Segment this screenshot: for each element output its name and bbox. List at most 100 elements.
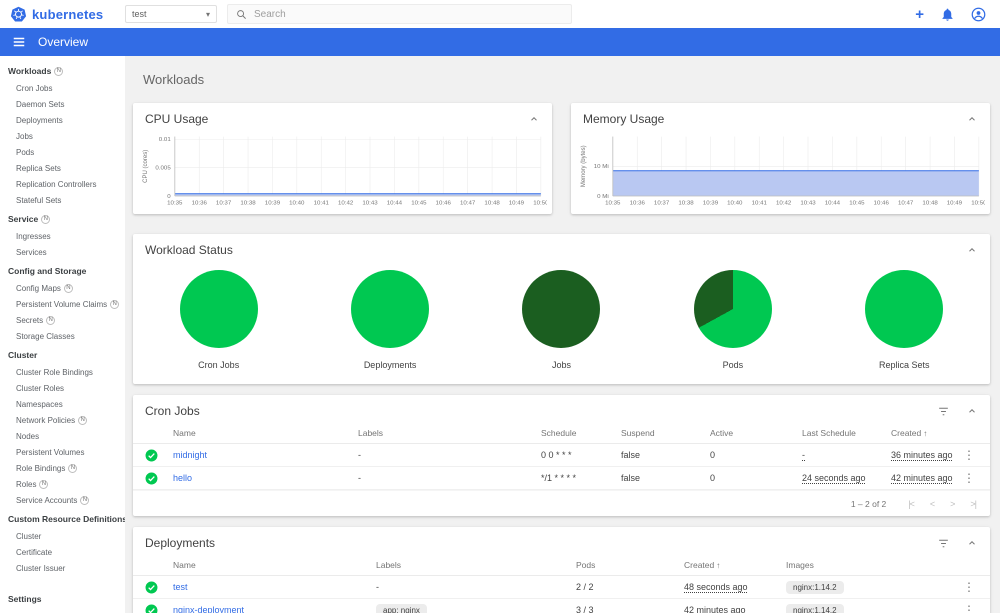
sidebar-footer-item[interactable]: About — [0, 608, 125, 613]
column-suspend[interactable]: Suspend — [621, 428, 710, 438]
sidebar-section-header[interactable]: Cluster — [0, 346, 125, 364]
deployments-card: Deployments Name Labels Pods Created ↑ Im… — [133, 527, 990, 613]
svg-text:10:48: 10:48 — [484, 201, 499, 207]
column-created[interactable]: Created ↑ — [891, 428, 960, 438]
sidebar-item[interactable]: Cluster Roles — [0, 380, 125, 396]
sidebar-item[interactable]: Namespaces — [0, 396, 125, 412]
sidebar-item[interactable]: Cluster Issuer — [0, 560, 125, 576]
user-account-icon[interactable] — [971, 7, 986, 22]
column-name[interactable]: Name — [173, 428, 358, 438]
column-last-schedule[interactable]: Last Schedule — [802, 428, 891, 438]
sidebar-item[interactable]: Stateful Sets — [0, 192, 125, 208]
sidebar-item-label: Role Bindings — [16, 463, 66, 473]
column-pods[interactable]: Pods — [576, 560, 684, 570]
cron-job-row: midnight - 0 0 * * * false 0 - 36 minute… — [133, 444, 990, 467]
sidebar-item[interactable]: Service Accounts N — [0, 492, 125, 508]
filter-icon[interactable] — [937, 537, 950, 550]
sidebar-item-label: Namespaces — [16, 399, 63, 409]
sidebar-item[interactable]: Cron Jobs — [0, 80, 125, 96]
sidebar-footer-item[interactable]: Settings — [0, 590, 125, 608]
deployment-name-link[interactable]: nginx-deployment — [173, 605, 376, 613]
column-name[interactable]: Name — [173, 560, 376, 570]
row-menu-icon[interactable]: ⋮ — [960, 449, 978, 461]
sidebar-item[interactable]: Config Maps N — [0, 280, 125, 296]
workload-status-label: Cron Jobs — [198, 360, 240, 370]
column-created[interactable]: Created ↑ — [684, 560, 786, 570]
svg-text:10:48: 10:48 — [922, 201, 937, 207]
svg-text:10:50: 10:50 — [533, 201, 547, 207]
sidebar-item[interactable]: Role Bindings N — [0, 460, 125, 476]
svg-text:10:47: 10:47 — [460, 201, 475, 207]
collapse-chevron-icon[interactable] — [966, 537, 978, 549]
cron-job-name-link[interactable]: hello — [173, 473, 358, 483]
cell-images: nginx:1.14.2 — [786, 603, 960, 613]
success-check-icon — [145, 449, 158, 461]
sidebar-item[interactable]: Secrets N — [0, 312, 125, 328]
svg-text:10:49: 10:49 — [509, 201, 524, 207]
pagination-next-page-button[interactable]: > — [950, 499, 955, 509]
cell-last-schedule: - — [802, 450, 805, 460]
sidebar-section-header[interactable]: Custom Resource Definitions — [0, 510, 125, 528]
cron-job-name-link[interactable]: midnight — [173, 450, 358, 460]
hamburger-menu-icon[interactable] — [12, 35, 26, 49]
kubernetes-brand[interactable]: kubernetes — [10, 6, 115, 23]
search-bar[interactable] — [227, 4, 572, 24]
column-labels[interactable]: Labels — [376, 560, 576, 570]
top-header: kubernetes test ▾ + — [0, 0, 1000, 28]
sidebar-section: Config and Storage Config Maps N Persist… — [0, 262, 125, 344]
sidebar-item[interactable]: Deployments — [0, 112, 125, 128]
deployments-title: Deployments — [145, 536, 216, 550]
filter-icon[interactable] — [937, 405, 950, 418]
sidebar-item[interactable]: Storage Classes — [0, 328, 125, 344]
sidebar-item[interactable]: Network Policies N — [0, 412, 125, 428]
sidebar-section-header[interactable]: Workloads N — [0, 62, 125, 80]
deployment-name-link[interactable]: test — [173, 582, 376, 592]
sidebar-item[interactable]: Jobs — [0, 128, 125, 144]
search-input[interactable] — [254, 8, 563, 20]
column-schedule[interactable]: Schedule — [541, 428, 621, 438]
status-cell — [145, 449, 173, 462]
sidebar-section-header[interactable]: Config and Storage — [0, 262, 125, 280]
cron-jobs-table-header: Name Labels Schedule Suspend Active Last… — [133, 423, 990, 444]
sidebar-item[interactable]: Persistent Volumes — [0, 444, 125, 460]
sidebar-item[interactable]: Pods — [0, 144, 125, 160]
sidebar-item[interactable]: Certificate — [0, 544, 125, 560]
sidebar-item[interactable]: Persistent Volume Claims N — [0, 296, 125, 312]
sidebar-item[interactable]: Services — [0, 244, 125, 260]
sidebar-item[interactable]: Replica Sets — [0, 160, 125, 176]
sidebar-section-header[interactable]: Service N — [0, 210, 125, 228]
column-labels[interactable]: Labels — [358, 428, 541, 438]
collapse-chevron-icon[interactable] — [966, 405, 978, 417]
sort-up-icon: ↑ — [716, 561, 721, 570]
svg-text:10:45: 10:45 — [849, 201, 864, 207]
pagination-last-page-button[interactable]: >| — [970, 499, 977, 509]
sidebar-item[interactable]: Cluster Role Bindings — [0, 364, 125, 380]
pagination-prev-page-button[interactable]: < — [930, 499, 935, 509]
cell-pods: 3 / 3 — [576, 605, 594, 613]
sidebar-item[interactable]: Ingresses — [0, 228, 125, 244]
memory-usage-chart: 10:35 10:36 10:37 10:38 10:39 10:40 10:41 10:42… — [580, 136, 985, 207]
namespace-selector[interactable]: test ▾ — [125, 5, 217, 23]
row-menu-icon[interactable]: ⋮ — [960, 472, 978, 484]
pagination-first-page-button[interactable]: |< — [908, 499, 915, 509]
image-chip: nginx:1.14.2 — [786, 603, 844, 613]
sidebar-section-label: Custom Resource Definitions — [8, 514, 125, 524]
row-menu-icon[interactable]: ⋮ — [960, 604, 978, 613]
header-actions: + — [915, 7, 990, 22]
column-active[interactable]: Active — [710, 428, 802, 438]
collapse-chevron-icon[interactable] — [966, 113, 978, 125]
sidebar-item[interactable]: Nodes — [0, 428, 125, 444]
notifications-bell-icon[interactable] — [940, 7, 955, 22]
sidebar-item[interactable]: Replication Controllers — [0, 176, 125, 192]
row-menu-icon[interactable]: ⋮ — [960, 581, 978, 593]
collapse-chevron-icon[interactable] — [528, 113, 540, 125]
sidebar-item[interactable]: Roles N — [0, 476, 125, 492]
sidebar-item[interactable]: Cluster — [0, 528, 125, 544]
sidebar-section: Workloads N Cron Jobs Daemon Sets Deploy… — [0, 62, 125, 208]
column-images[interactable]: Images — [786, 560, 960, 570]
cell-suspend: false — [621, 473, 641, 483]
namespaced-badge: N — [39, 479, 49, 489]
collapse-chevron-icon[interactable] — [966, 244, 978, 256]
sidebar-item[interactable]: Daemon Sets — [0, 96, 125, 112]
create-resource-button[interactable]: + — [915, 7, 924, 22]
